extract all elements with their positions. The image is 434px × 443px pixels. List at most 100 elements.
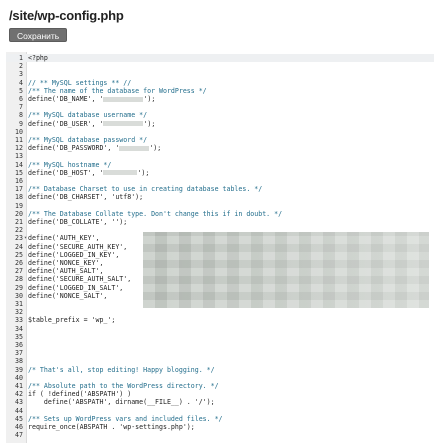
line-number: 16 xyxy=(15,177,23,185)
code-line[interactable]: 2 xyxy=(6,62,434,70)
code-text: /** MySQL hostname */ xyxy=(28,160,112,169)
line-number: 22 xyxy=(15,226,23,235)
code-line[interactable]: 9 define('DB_USER', ' '); xyxy=(6,120,434,128)
code-text: define('DB_COLLATE', ''); xyxy=(28,218,128,226)
code-line[interactable]: 11 /** MySQL database password */ xyxy=(6,136,434,144)
line-number: 43 xyxy=(15,398,23,407)
code-line[interactable]: 45 /** Sets up WordPress vars and include… xyxy=(6,415,434,423)
code-line[interactable]: 20 /** The Database Collate type. Don't c… xyxy=(6,210,434,218)
code-line[interactable]: 21 define('DB_COLLATE', ''); xyxy=(6,218,434,226)
code-line[interactable]: 15 define('DB_HOST', ' '); xyxy=(6,169,434,177)
code-line[interactable]: 5 /** The name of the database for WordPr… xyxy=(6,87,434,95)
code-line[interactable]: 46 require_once(ABSPATH . 'wp-settings.ph… xyxy=(6,423,434,431)
code-line[interactable]: 36 xyxy=(6,341,434,349)
line-number: 24 xyxy=(15,242,23,251)
line-number: 13 xyxy=(15,152,23,161)
line-number: 27 xyxy=(15,267,23,276)
code-line[interactable]: 18 define('DB_CHARSET', 'utf8'); xyxy=(6,193,434,201)
save-button[interactable]: Сохранить xyxy=(9,28,68,42)
line-number: 12 xyxy=(15,144,23,153)
code-text: define('AUTH_KEY', xyxy=(28,234,100,243)
code-line[interactable]: 10 xyxy=(6,128,434,136)
code-line[interactable]: 19 xyxy=(6,202,434,210)
code-text: /** The Database Collate type. Don't cha… xyxy=(28,209,283,218)
line-number: 3 xyxy=(19,70,23,79)
code-line[interactable]: 17 /** Database Charset to use in creatin… xyxy=(6,185,434,193)
line-number: 8 xyxy=(19,111,23,120)
code-text: if ( !defined('ABSPATH') ) xyxy=(28,390,132,399)
code-text: define('LOGGED_IN_SALT', xyxy=(28,283,124,292)
code-editor[interactable]: 1 <?php 2 3 4// ** MySQL settings ** //5/** … xyxy=(6,52,434,443)
line-number: 34 xyxy=(15,324,23,333)
code-line[interactable]: 44 xyxy=(6,407,434,415)
code-line[interactable]: 41 /** Absolute path to the WordPress dir… xyxy=(6,382,434,390)
code-text: /** Absolute path to the WordPress direc… xyxy=(28,382,219,390)
line-number: 45 xyxy=(15,414,23,423)
line-number: 46 xyxy=(15,423,23,431)
code-text: define('AUTH_SALT', xyxy=(28,267,104,276)
line-number: 20 xyxy=(15,209,23,218)
line-number: 2 xyxy=(19,62,23,71)
code-line[interactable]: 13 xyxy=(6,152,434,160)
code-text: /** The name of the database for WordPre… xyxy=(28,86,207,95)
code-line[interactable]: 43 define('ABSPATH', dirname(__FILE__) .… xyxy=(6,398,434,406)
line-number: 11 xyxy=(15,136,23,144)
line-number: 18 xyxy=(15,193,23,202)
code-line[interactable]: 33 $table_prefix = 'wp_'; xyxy=(6,316,434,324)
line-number: 39 xyxy=(15,365,23,374)
line-number: 19 xyxy=(15,201,23,210)
code-line[interactable]: 40 xyxy=(6,374,434,382)
code-text: /** Database Charset to use in creating … xyxy=(28,185,263,194)
code-line[interactable]: 38 xyxy=(6,357,434,365)
code-line[interactable]: 3 xyxy=(6,70,434,78)
code-text: define('SECURE_AUTH_KEY', xyxy=(28,242,128,251)
line-number: 6 xyxy=(19,95,23,103)
line-number: 15 xyxy=(15,168,23,177)
code-line[interactable]: 47 xyxy=(6,431,434,439)
line-number: 4 xyxy=(19,78,23,87)
line-number: 28 xyxy=(15,275,23,284)
line-number: 10 xyxy=(15,127,23,136)
line-number: 40 xyxy=(15,373,23,382)
code-line[interactable]: 14 /** MySQL hostname */ xyxy=(6,161,434,169)
line-number: 21 xyxy=(15,218,23,226)
code-line[interactable]: 34 xyxy=(6,325,434,333)
code-line[interactable]: 32 xyxy=(6,308,434,316)
code-text: define('DB_HOST', ' '); xyxy=(28,168,150,177)
redacted-keys-block xyxy=(143,232,429,308)
code-line[interactable]: 12 define('DB_PASSWORD', ' '); xyxy=(6,144,434,152)
code-text: <?php xyxy=(28,54,48,62)
line-number: 14 xyxy=(15,160,23,169)
code-text: define('ABSPATH', dirname(__FILE__) . '/… xyxy=(28,398,215,407)
redacted-value xyxy=(103,96,144,102)
code-text: define('DB_USER', ' '); xyxy=(28,119,156,128)
line-number: 5 xyxy=(19,86,23,95)
fold-toggle-icon[interactable]: ▾ xyxy=(24,234,27,242)
code-text: /* That's all, stop editing! Happy blogg… xyxy=(28,365,215,374)
code-line[interactable]: 1 <?php xyxy=(6,54,434,63)
line-number: 23 xyxy=(15,234,23,243)
code-line[interactable]: 37 xyxy=(6,349,434,357)
line-number: 30 xyxy=(15,291,23,300)
line-number: 47 xyxy=(15,431,23,440)
file-path-title: /site/wp-config.php xyxy=(9,8,124,23)
code-line[interactable]: 35 xyxy=(6,333,434,341)
code-line[interactable]: 4 // ** MySQL settings ** // xyxy=(6,79,434,87)
line-number: 35 xyxy=(15,332,23,341)
line-number: 26 xyxy=(15,259,23,267)
code-text: define('DB_NAME', ' '); xyxy=(28,95,156,103)
code-line[interactable]: 7 xyxy=(6,103,434,111)
code-line[interactable]: 6 define('DB_NAME', ' '); xyxy=(6,95,434,103)
code-line[interactable]: 42 if ( !defined('ABSPATH') ) xyxy=(6,390,434,398)
line-number: 42 xyxy=(15,390,23,399)
line-number: 9 xyxy=(19,119,23,128)
line-number: 38 xyxy=(15,357,23,366)
code-line[interactable]: 39 /* That's all, stop editing! Happy blo… xyxy=(6,366,434,374)
code-text: // ** MySQL settings ** // xyxy=(28,78,132,87)
code-line[interactable]: 16 xyxy=(6,177,434,185)
code-text: /** Sets up WordPress vars and included … xyxy=(28,414,223,423)
code-line[interactable]: 8 /** MySQL database username */ xyxy=(6,111,434,119)
code-text: define('NONCE_SALT', xyxy=(28,291,108,300)
line-number: 33 xyxy=(15,316,23,325)
redacted-value xyxy=(103,170,138,176)
